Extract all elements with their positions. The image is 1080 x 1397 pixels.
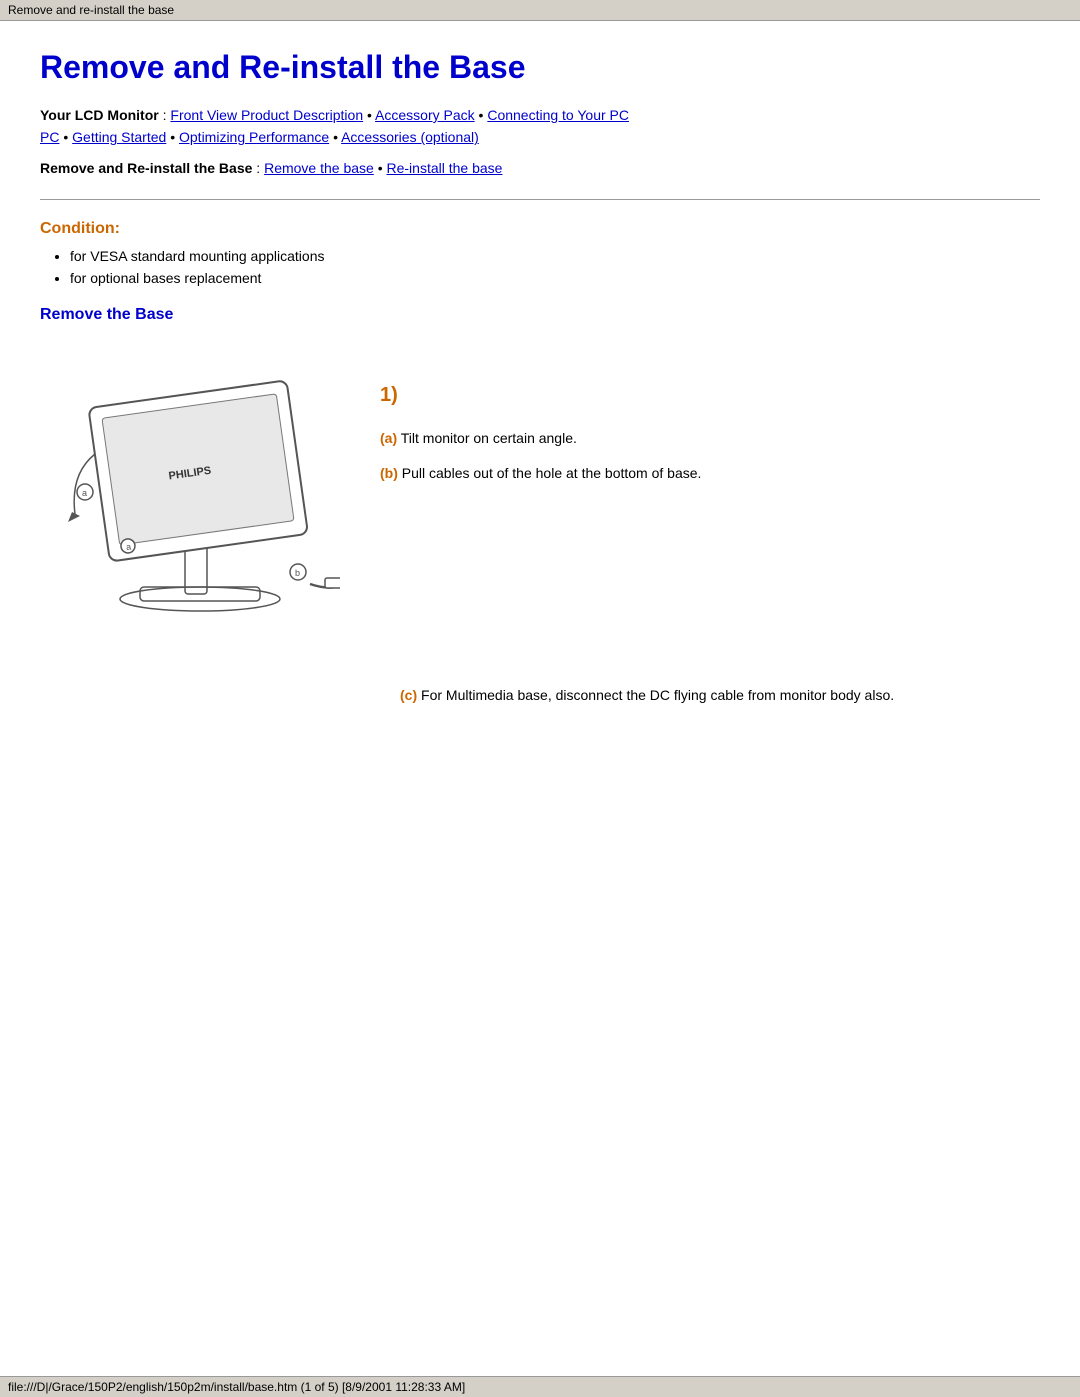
breadcrumb-bullet-5: • — [333, 129, 341, 145]
breadcrumb-link-accessory-pack[interactable]: Accessory Pack — [375, 107, 475, 123]
section2-intro-label: Remove and Re-install the Base — [40, 160, 252, 176]
breadcrumb-bullet-1: • — [367, 107, 375, 123]
breadcrumb-bullet-2: • — [479, 107, 488, 123]
step-a-label: (a) — [380, 430, 397, 446]
breadcrumb-link-front-view[interactable]: Front View Product Description — [170, 107, 363, 123]
svg-text:b: b — [295, 568, 300, 578]
page-title: Remove and Re-install the Base — [40, 49, 1040, 86]
monitor-illustration: PHILIPS a b a — [40, 344, 340, 627]
status-bar: file:///D|/Grace/150P2/english/150p2m/in… — [0, 1376, 1080, 1397]
breadcrumb-link-getting-started[interactable]: Getting Started — [72, 129, 166, 145]
remove-base-section: PHILIPS a b a 1) — [40, 344, 1040, 718]
breadcrumb-link-reinstall-base[interactable]: Re-install the base — [387, 160, 503, 176]
breadcrumb-line1: Your LCD Monitor : Front View Product De… — [40, 104, 1040, 149]
divider — [40, 199, 1040, 200]
section2-bullet: • — [378, 160, 387, 176]
section2-separator: : — [256, 160, 264, 176]
step-number: 1) — [380, 384, 1040, 407]
breadcrumb-link-accessories[interactable]: Accessories (optional) — [341, 129, 479, 145]
remove-base-heading: Remove the Base — [40, 306, 1040, 324]
breadcrumb-intro-label: Your LCD Monitor — [40, 107, 159, 123]
svg-text:a: a — [82, 488, 87, 498]
monitor-svg: PHILIPS a b a — [40, 344, 340, 624]
condition-heading: Condition: — [40, 220, 1040, 238]
step-instructions: 1) (a) Tilt monitor on certain angle. (b… — [380, 344, 1040, 718]
step-a-text: (a) Tilt monitor on certain angle. — [380, 427, 1040, 449]
step-b-description: Pull cables out of the hole at the botto… — [398, 465, 702, 481]
step-c-section: (c) For Multimedia base, disconnect the … — [380, 684, 1040, 706]
breadcrumb-line2: Remove and Re-install the Base : Remove … — [40, 157, 1040, 179]
breadcrumb-bullet-3: • — [63, 129, 72, 145]
breadcrumb-link-pc[interactable]: PC — [40, 129, 59, 145]
condition-item-1: for VESA standard mounting applications — [70, 248, 1040, 264]
browser-title-bar: Remove and re-install the base — [0, 0, 1080, 21]
breadcrumb-link-optimizing[interactable]: Optimizing Performance — [179, 129, 329, 145]
condition-list: for VESA standard mounting applications … — [40, 248, 1040, 286]
breadcrumb-link-connecting[interactable]: Connecting to Your PC — [487, 107, 629, 123]
breadcrumb-bullet-4: • — [170, 129, 179, 145]
page-content: Remove and Re-install the Base Your LCD … — [0, 21, 1080, 788]
browser-title-text: Remove and re-install the base — [8, 3, 174, 17]
breadcrumb-link-remove-base[interactable]: Remove the base — [264, 160, 374, 176]
step-c-description: For Multimedia base, disconnect the DC f… — [417, 687, 894, 703]
step-b-text: (b) Pull cables out of the hole at the b… — [380, 462, 1040, 484]
condition-item-2: for optional bases replacement — [70, 270, 1040, 286]
step-c-text: (c) For Multimedia base, disconnect the … — [400, 684, 1040, 706]
step-b-label: (b) — [380, 465, 398, 481]
step-a-description: Tilt monitor on certain angle. — [397, 430, 577, 446]
step-c-label: (c) — [400, 687, 417, 703]
